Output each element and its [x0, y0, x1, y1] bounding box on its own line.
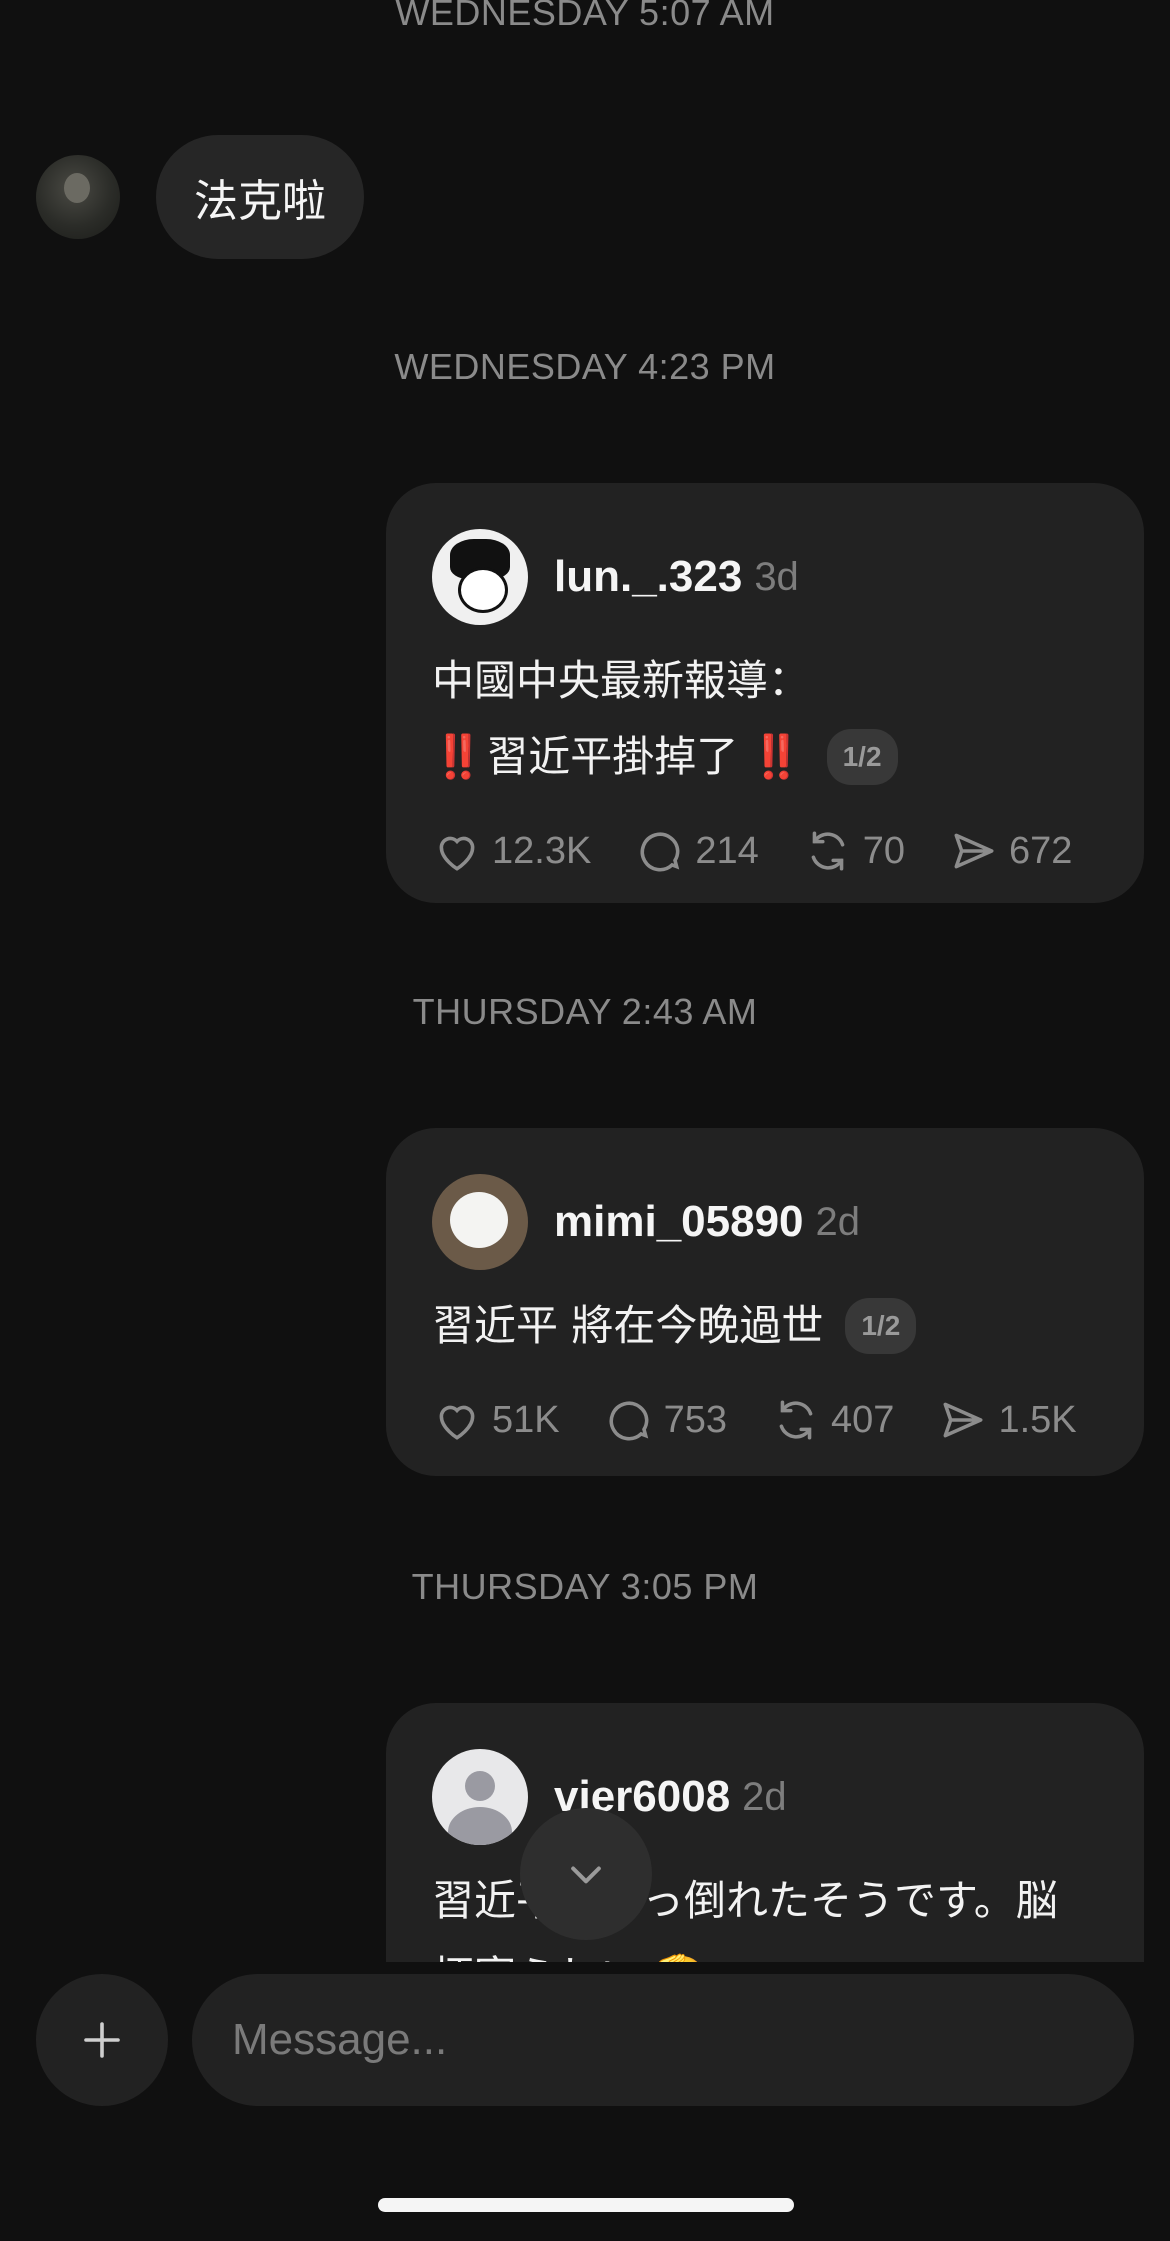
- share-stat[interactable]: 1.5K: [938, 1395, 1077, 1445]
- share-count: 672: [1009, 829, 1073, 872]
- post-text-line: 梗塞らしい 🫡: [432, 1939, 1098, 1962]
- message-bubble[interactable]: 法克啦: [156, 135, 364, 259]
- heart-icon: [439, 836, 475, 871]
- avatar[interactable]: [432, 1174, 528, 1270]
- post-text-fragment: 習近平 將在今晚過世: [432, 1301, 824, 1350]
- timestamp: THURSDAY 3:05 PM: [411, 1566, 759, 1607]
- carousel-pager: 1/2: [826, 729, 898, 785]
- post-age: 3d: [754, 554, 799, 599]
- carousel-pager: 1/2: [845, 1298, 917, 1354]
- timestamp: WEDNESDAY 5:07 AM: [395, 0, 775, 33]
- repost-stat[interactable]: 407: [771, 1395, 894, 1445]
- comment-stat[interactable]: 214: [635, 826, 759, 876]
- post-username[interactable]: lun._.323: [554, 552, 742, 602]
- shared-post-card[interactable]: vier6008 2d 習近平がぶっ倒れたそうです。脳 梗塞らしい 🫡: [386, 1703, 1144, 1962]
- heart-icon: [439, 1405, 475, 1440]
- repost-stat[interactable]: 70: [803, 826, 905, 876]
- repost-count: 407: [831, 1398, 895, 1441]
- shared-post-card[interactable]: lun._.323 3d 中國中央最新報導： ‼️ 習近平掛掉了 ‼️ 1/2 …: [386, 483, 1144, 903]
- like-stat[interactable]: 51K: [432, 1395, 560, 1445]
- avatar[interactable]: [432, 529, 528, 625]
- shared-post-card[interactable]: mimi_05890 2d 習近平 將在今晚過世 1/2 51K 753 407: [386, 1128, 1144, 1476]
- post-text-line: ‼️ 習近平掛掉了 ‼️ 1/2: [432, 719, 1098, 795]
- post-text-line: 中國中央最新報導：: [432, 656, 811, 705]
- post-text-fragment: 習近平掛掉了: [486, 732, 739, 781]
- comment-count: 753: [663, 1398, 728, 1441]
- message-thread[interactable]: WEDNESDAY 5:07 AM 法克啦 WEDNESDAY 4:23 PM …: [0, 0, 1170, 1962]
- repost-count: 70: [862, 829, 905, 872]
- send-icon: [954, 833, 994, 869]
- timestamp: THURSDAY 2:43 AM: [412, 991, 758, 1032]
- add-attachment-button[interactable]: [36, 1974, 168, 2106]
- double-exclamation-icon: ‼️: [750, 732, 802, 781]
- send-icon: [943, 1402, 983, 1438]
- post-text: 習近平 將在今晚過世 1/2: [432, 1288, 1098, 1364]
- post-age: 2d: [742, 1774, 787, 1819]
- like-count: 12.3K: [492, 829, 592, 872]
- incoming-message-row: 法克啦: [36, 135, 364, 259]
- plus-icon: [84, 2022, 120, 2058]
- message-composer: [36, 1974, 1134, 2108]
- post-header: mimi_05890 2d: [432, 1174, 1098, 1270]
- post-header: lun._.323 3d: [432, 529, 1098, 625]
- home-indicator[interactable]: [378, 2198, 794, 2212]
- like-count: 51K: [492, 1398, 560, 1441]
- comment-count: 214: [695, 829, 759, 872]
- timestamp: WEDNESDAY 4:23 PM: [394, 346, 776, 387]
- post-text: 中國中央最新報導： ‼️ 習近平掛掉了 ‼️ 1/2: [432, 643, 1098, 795]
- post-text-line: 習近平 將在今晚過世 1/2: [432, 1288, 1098, 1364]
- avatar[interactable]: [36, 155, 120, 239]
- repost-icon: [811, 831, 845, 871]
- avatar[interactable]: [432, 1749, 528, 1845]
- post-username[interactable]: mimi_05890: [554, 1197, 804, 1247]
- repost-icon: [779, 1400, 813, 1440]
- comment-icon: [640, 832, 680, 872]
- like-stat[interactable]: 12.3K: [432, 826, 591, 876]
- post-stats: 51K 753 407 1.5K: [432, 1372, 1098, 1468]
- share-stat[interactable]: 672: [949, 826, 1072, 876]
- message-input[interactable]: [192, 1974, 1134, 2106]
- share-count: 1.5K: [998, 1398, 1077, 1441]
- double-exclamation-icon: ‼️: [432, 732, 484, 781]
- post-age: 2d: [815, 1199, 861, 1244]
- post-header: vier6008 2d: [432, 1749, 1098, 1845]
- scroll-to-bottom-button[interactable]: [520, 1808, 652, 1940]
- comment-icon: [609, 1401, 649, 1441]
- post-stats: 12.3K 214 70 672: [432, 803, 1098, 899]
- chevron-down-icon: [571, 1866, 601, 1884]
- comment-stat[interactable]: 753: [604, 1395, 727, 1445]
